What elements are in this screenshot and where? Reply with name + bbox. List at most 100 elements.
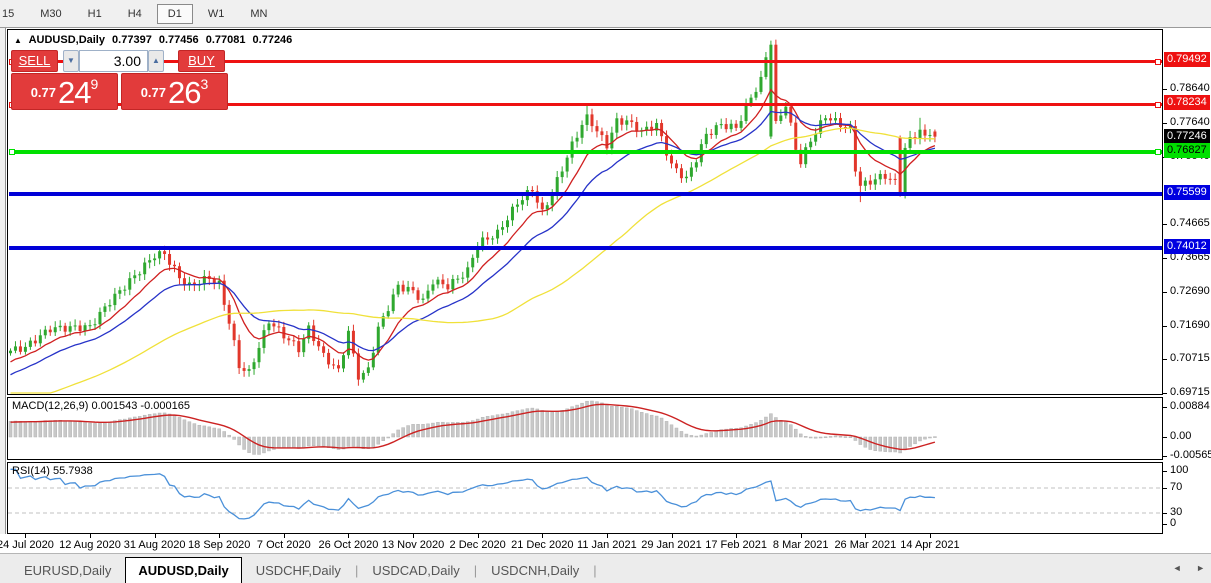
date-tick-mark xyxy=(25,534,26,538)
macd-tick-label: 0.00 xyxy=(1170,430,1191,442)
price-badge-support-level: 0.76827 xyxy=(1164,143,1210,158)
ohlc-high: 0.77456 xyxy=(159,34,199,46)
date-tick-mark xyxy=(478,534,479,538)
sell-price-display[interactable]: 0.77249 xyxy=(11,73,118,110)
level-endpoint-marker[interactable] xyxy=(9,149,15,155)
sell-button[interactable]: SELL xyxy=(11,50,58,72)
macd-values: 0.001543 -0.000165 xyxy=(91,400,189,412)
date-tick-label: 14 Apr 2021 xyxy=(895,539,965,551)
timeframe-toolbar: 15M30H1H4D1W1MN xyxy=(0,0,1211,28)
level-endpoint-marker[interactable] xyxy=(1155,149,1161,155)
price-tick-label: 0.69715 xyxy=(1170,386,1210,398)
date-tick-label: 7 Oct 2020 xyxy=(249,539,319,551)
buy-button[interactable]: BUY xyxy=(178,50,225,72)
price-tick-label: 0.70715 xyxy=(1170,352,1210,364)
timeframe-button-w1[interactable]: W1 xyxy=(197,4,236,24)
timeframe-button-mn[interactable]: MN xyxy=(239,4,278,24)
timeframe-button-m30[interactable]: M30 xyxy=(29,4,72,24)
volume-input[interactable] xyxy=(79,50,148,72)
rsi-tick-label: 70 xyxy=(1170,481,1182,493)
date-tick-label: 12 Aug 2020 xyxy=(55,539,125,551)
price-tick-label: 0.74665 xyxy=(1170,217,1210,229)
level-endpoint-marker[interactable] xyxy=(1155,102,1161,108)
price-axis[interactable]: 0.786400.776400.766400.746650.736650.726… xyxy=(1163,29,1211,534)
date-tick-label: 8 Mar 2021 xyxy=(766,539,836,551)
macd-tick-mark xyxy=(1163,456,1167,457)
rsi-tick-mark xyxy=(1163,513,1167,514)
chart-tab-bar: EURUSD,DailyAUDUSD,DailyUSDCHF,Daily|USD… xyxy=(0,553,1211,583)
macd-tick-label: -0.005651 xyxy=(1170,449,1211,461)
macd-indicator-pane[interactable]: MACD(12,26,9) 0.001543 -0.000165 xyxy=(7,397,1163,460)
date-tick-mark xyxy=(672,534,673,538)
ohlc-close: 0.77246 xyxy=(253,34,293,46)
date-tick-label: 18 Sep 2020 xyxy=(184,539,254,551)
tab-usdcad[interactable]: USDCAD,Daily xyxy=(358,558,473,583)
tab-separator: | xyxy=(593,563,596,583)
rsi-tick-mark xyxy=(1163,524,1167,525)
price-tick-label: 0.71690 xyxy=(1170,319,1210,331)
rsi-value: 55.7938 xyxy=(53,465,93,477)
spinner-down-icon: ▼ xyxy=(67,56,75,65)
price-tick-mark xyxy=(1163,258,1167,259)
date-tick-mark xyxy=(801,534,802,538)
date-tick-label: 29 Jan 2021 xyxy=(637,539,707,551)
rsi-tick-mark xyxy=(1163,488,1167,489)
ohlc-open: 0.77397 xyxy=(112,34,152,46)
volume-increase-button[interactable]: ▲ xyxy=(148,50,164,72)
timeframe-button-d1[interactable]: D1 xyxy=(157,4,193,24)
date-tick-mark xyxy=(219,534,220,538)
price-badge-support-level: 0.75599 xyxy=(1164,185,1210,200)
tab-usdcnh[interactable]: USDCNH,Daily xyxy=(477,558,593,583)
horizontal-level-line-0.76827[interactable] xyxy=(9,150,1162,154)
macd-tick-mark xyxy=(1163,407,1167,408)
horizontal-level-line-0.75599[interactable] xyxy=(9,192,1162,196)
tab-audusd[interactable]: AUDUSD,Daily xyxy=(125,557,241,583)
scroll-left-icon[interactable]: ◄ xyxy=(1173,563,1182,573)
trading-terminal: 15M30H1H4D1W1MN ▲ AUDUSD,Daily 0.77397 0… xyxy=(0,0,1211,583)
price-badge-resistance-level: 0.79492 xyxy=(1164,52,1210,67)
chart-title: ▲ AUDUSD,Daily 0.77397 0.77456 0.77081 0… xyxy=(14,34,296,46)
price-tick-label: 0.72690 xyxy=(1170,285,1210,297)
date-tick-mark xyxy=(542,534,543,538)
date-tick-mark xyxy=(736,534,737,538)
horizontal-level-line-0.74012[interactable] xyxy=(9,246,1162,250)
date-tick-label: 31 Aug 2020 xyxy=(120,539,190,551)
time-axis[interactable]: 24 Jul 202012 Aug 202031 Aug 202018 Sep … xyxy=(0,534,1163,553)
timeframe-button-15[interactable]: 15 xyxy=(0,4,25,24)
level-endpoint-marker[interactable] xyxy=(1155,59,1161,65)
date-tick-mark xyxy=(348,534,349,538)
tab-eurusd[interactable]: EURUSD,Daily xyxy=(10,558,125,583)
date-tick-label: 13 Nov 2020 xyxy=(378,539,448,551)
rsi-indicator-pane[interactable]: RSI(14) 55.7938 xyxy=(7,462,1163,534)
date-tick-mark xyxy=(930,534,931,538)
date-tick-label: 11 Jan 2021 xyxy=(572,539,642,551)
price-tick-mark xyxy=(1163,359,1167,360)
price-badge-current-price: 0.77246 xyxy=(1164,129,1210,144)
price-tick-label: 0.78640 xyxy=(1170,82,1210,94)
scroll-right-icon[interactable]: ► xyxy=(1196,563,1205,573)
macd-tick-label: 0.00884 xyxy=(1170,400,1210,412)
macd-tick-mark xyxy=(1163,437,1167,438)
price-badge-support-level: 0.74012 xyxy=(1164,239,1210,254)
macd-label: MACD(12,26,9) 0.001543 -0.000165 xyxy=(12,400,190,412)
date-tick-mark xyxy=(284,534,285,538)
price-badge-resistance-level: 0.78234 xyxy=(1164,95,1210,110)
spinner-up-icon: ▲ xyxy=(152,56,160,65)
price-tick-mark xyxy=(1163,123,1167,124)
chart-symbol: AUDUSD,Daily xyxy=(29,34,105,46)
window-left-edge xyxy=(0,28,6,553)
date-tick-mark xyxy=(90,534,91,538)
buy-price-display[interactable]: 0.77263 xyxy=(121,73,228,110)
timeframe-button-h1[interactable]: H1 xyxy=(77,4,113,24)
volume-decrease-button[interactable]: ▼ xyxy=(63,50,79,72)
tab-usdchf[interactable]: USDCHF,Daily xyxy=(242,558,355,583)
rsi-chart[interactable] xyxy=(8,463,1162,533)
date-tick-mark xyxy=(607,534,608,538)
rsi-tick-label: 100 xyxy=(1170,464,1188,476)
price-chart-pane[interactable]: ▲ AUDUSD,Daily 0.77397 0.77456 0.77081 0… xyxy=(7,29,1163,395)
price-tick-mark xyxy=(1163,292,1167,293)
collapse-icon[interactable]: ▲ xyxy=(14,36,22,45)
date-tick-label: 17 Feb 2021 xyxy=(701,539,771,551)
timeframe-button-h4[interactable]: H4 xyxy=(117,4,153,24)
price-tick-label: 0.77640 xyxy=(1170,116,1210,128)
